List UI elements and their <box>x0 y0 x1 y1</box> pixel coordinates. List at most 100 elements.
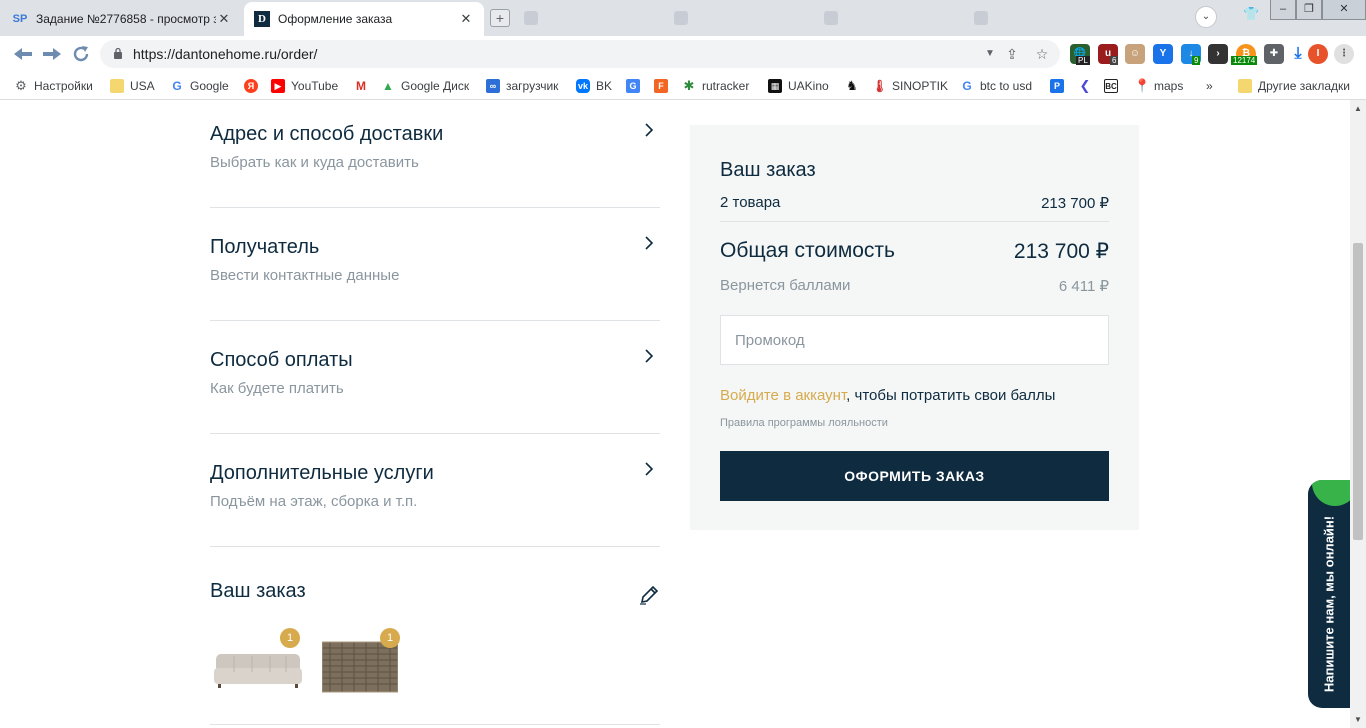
section-title: Получатель <box>210 236 320 258</box>
tab-checkout[interactable]: D Оформление заказа ✕ <box>244 2 484 36</box>
section-subtitle: Как будете платить <box>210 380 344 397</box>
downloads-icon[interactable]: ⤓ <box>1288 44 1308 64</box>
uakino-icon: ▦ <box>768 79 782 93</box>
folder-icon <box>1238 79 1252 93</box>
chess-icon: ♞ <box>846 78 858 93</box>
bookmark-google[interactable]: G Google <box>170 77 228 95</box>
rutracker-icon: ✱ <box>683 78 695 93</box>
extensions-puzzle-icon[interactable]: ✚ <box>1264 44 1284 64</box>
chevron-right-icon[interactable] <box>642 347 656 365</box>
caret-down-icon[interactable]: ▼ <box>980 44 1000 64</box>
bookmark-rutracker[interactable]: ✱ rutracker <box>682 77 750 95</box>
shirt-icon[interactable]: 👕 <box>1243 6 1259 22</box>
background-tab[interactable] <box>824 8 844 28</box>
p-icon: P <box>1050 79 1064 93</box>
quantity-badge: 1 <box>380 628 400 648</box>
vpn-ext-icon[interactable]: Y <box>1153 44 1173 64</box>
bookmark-chess[interactable]: ♞ <box>845 77 865 95</box>
page-scrollbar[interactable]: ▲ ▼ <box>1350 100 1366 728</box>
gear-icon: ⚙ <box>15 78 27 93</box>
chrome-menu-icon[interactable]: ⋮ <box>1334 44 1354 64</box>
scroll-down-icon[interactable]: ▼ <box>1354 715 1362 724</box>
section-subtitle: Подъём на этаж, сборка и т.п. <box>210 493 418 510</box>
reload-icon[interactable] <box>71 44 91 64</box>
bookmark-usa[interactable]: USA <box>110 77 155 95</box>
bookmark-gmail[interactable]: M <box>354 77 374 95</box>
close-icon[interactable]: ✕ <box>458 11 474 27</box>
window-close-button[interactable]: ✕ <box>1322 0 1366 20</box>
order-summary-card: Ваш заказ 2 товара 213 700 ₽ Общая стоим… <box>690 125 1139 530</box>
chat-widget[interactable]: Напишите нам, мы онлайн! <box>1308 480 1350 708</box>
section-payment[interactable]: Способ оплаты Как будете платить <box>210 321 660 434</box>
bookmark-settings[interactable]: ⚙ Настройки <box>14 77 93 95</box>
tab-search-button[interactable]: ⌄ <box>1195 6 1217 28</box>
bookmark-youtube[interactable]: ▶ YouTube <box>271 77 338 95</box>
bc-icon: BC <box>1104 79 1118 93</box>
tab-task[interactable]: SP Задание №2776858 - просмотр з ✕ <box>2 2 242 36</box>
bookmark-arrow[interactable]: ❮ <box>1078 77 1098 95</box>
section-delivery[interactable]: Адрес и способ доставки Выбрать как и ку… <box>210 100 660 208</box>
promo-code-input[interactable] <box>720 315 1109 365</box>
back-icon[interactable] <box>12 46 34 62</box>
new-tab-button[interactable]: + <box>490 9 510 27</box>
tab-title: Оформление заказа <box>278 12 393 26</box>
scrollbar-thumb[interactable] <box>1353 243 1363 540</box>
bookmarks-overflow-button[interactable]: » <box>1206 77 1213 95</box>
f-icon: F <box>654 79 668 93</box>
map-pin-icon: 📍 <box>1134 78 1151 93</box>
share-icon[interactable]: ⇪ <box>1002 44 1022 64</box>
profile-avatar-icon[interactable]: I <box>1308 44 1328 64</box>
order-items-panel: Ваш заказ 1 1 <box>210 546 660 728</box>
ext-badge: PL <box>1076 56 1090 65</box>
section-subtitle: Выбрать как и куда доставить <box>210 154 419 171</box>
google-icon: G <box>172 79 182 93</box>
bookmark-btc[interactable]: Gbtc to usd <box>960 77 1032 95</box>
ext-badge: 9 <box>1192 56 1201 65</box>
address-bar[interactable]: https://dantonehome.ru/order/ ▼ ⇪ ☆ <box>100 40 1060 68</box>
summary-title: Ваш заказ <box>720 159 816 181</box>
chevron-right-icon[interactable] <box>642 121 656 139</box>
bookmark-google-drive[interactable]: ▲ Google Диск <box>381 77 469 95</box>
section-recipient[interactable]: Получатель Ввести контактные данные <box>210 208 660 321</box>
login-hint: Войдите в аккаунт, чтобы потратить свои … <box>720 387 1055 404</box>
thermometer-icon: 🌡 <box>872 79 888 93</box>
terminal-ext-icon[interactable]: › <box>1208 44 1228 64</box>
bookmark-uakino[interactable]: ▦ UAKino <box>768 77 829 95</box>
place-order-button[interactable]: ОФОРМИТЬ ЗАКАЗ <box>720 451 1109 501</box>
chevron-right-icon[interactable] <box>642 460 656 478</box>
scroll-up-icon[interactable]: ▲ <box>1354 104 1362 113</box>
bookmark-maps[interactable]: 📍 maps <box>1134 77 1183 95</box>
bookmark-other[interactable]: Другие закладки <box>1238 77 1350 95</box>
bookmark-bc[interactable]: BC <box>1104 77 1124 95</box>
background-tab[interactable] <box>974 8 994 28</box>
background-tab[interactable] <box>524 8 544 28</box>
infinity-icon: ∞ <box>486 79 500 93</box>
bookmark-p[interactable]: P <box>1050 77 1070 95</box>
yandex-icon: Я <box>244 79 258 93</box>
loyalty-rules-link[interactable]: Правила программы лояльности <box>720 417 888 429</box>
bookmark-sinoptik[interactable]: 🌡 SINOPTIK <box>872 77 948 95</box>
bookmark-yandex[interactable]: Я <box>244 77 264 95</box>
close-icon[interactable]: ✕ <box>216 11 232 27</box>
bookmark-vk[interactable]: vk BK <box>576 77 612 95</box>
avatar-ext-icon[interactable]: ☺ <box>1125 44 1145 64</box>
forward-icon[interactable] <box>41 46 63 62</box>
bookmark-translate[interactable]: G <box>626 77 646 95</box>
section-title: Дополнительные услуги <box>210 462 434 484</box>
bookmark-f[interactable]: F <box>654 77 674 95</box>
section-extra-services[interactable]: Дополнительные услуги Подъём на этаж, сб… <box>210 434 660 547</box>
minimize-button[interactable]: – <box>1270 0 1296 20</box>
chevron-right-icon[interactable] <box>642 234 656 252</box>
background-tab[interactable] <box>674 8 694 28</box>
bookmark-downloader[interactable]: ∞ загрузчик <box>486 77 558 95</box>
pencil-icon[interactable] <box>638 584 660 606</box>
login-link[interactable]: Войдите в аккаунт <box>720 387 846 404</box>
youtube-icon: ▶ <box>271 79 285 93</box>
lock-icon[interactable] <box>113 47 123 60</box>
total-price: 213 700 ₽ <box>1013 240 1109 263</box>
url-text: https://dantonehome.ru/order/ <box>133 46 318 62</box>
bookmarks-bar: ⚙ Настройки USA G Google Я ▶ YouTube M ▲ Goo… <box>0 72 1366 100</box>
bookmark-star-icon[interactable]: ☆ <box>1032 44 1052 64</box>
restore-button[interactable]: ❐ <box>1296 0 1322 20</box>
chevron-left-icon: ❮ <box>1079 78 1091 93</box>
